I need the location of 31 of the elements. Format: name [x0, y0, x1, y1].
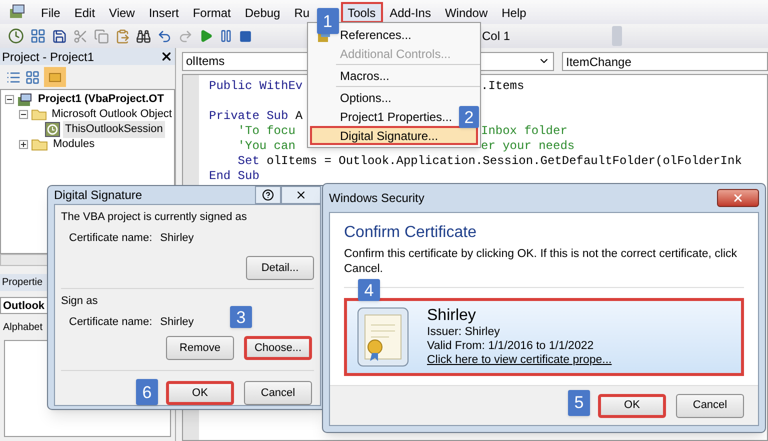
- certificate-issuer: Issuer: Shirley: [427, 325, 501, 339]
- field-label: Certificate name:: [69, 314, 152, 330]
- step-badge: 3: [230, 306, 252, 328]
- panel-title: Propertie: [2, 276, 43, 290]
- section-heading: The VBA project is currently signed as: [61, 210, 248, 225]
- certificate-validity: Valid From: 1/1/2016 to 1/1/2022: [427, 339, 595, 353]
- field-label: Certificate name:: [69, 230, 152, 246]
- step-badge: 2: [459, 106, 479, 128]
- code-text: er your needs: [481, 139, 575, 154]
- code-text: Inbox folder: [481, 124, 568, 139]
- dialog-title: Digital Signature: [54, 187, 142, 204]
- section-heading: Sign as: [61, 294, 99, 309]
- code-text: Private Sub A: [209, 109, 303, 123]
- dialog-heading: Confirm Certificate: [344, 223, 478, 243]
- panel-title: Project - Project1: [2, 48, 94, 66]
- certificate-name: Shirley: [427, 307, 477, 325]
- cursor-position: Col 1: [482, 28, 510, 45]
- step-badge: 5: [568, 390, 590, 416]
- code-text: .Items: [481, 79, 524, 94]
- code-text: Set olItems = Outlook.Application.Session.GetDefaultFolder(olFolderInk: [236, 154, 742, 168]
- code-text: End Sub: [209, 169, 260, 183]
- code-text: 'To focu: [236, 124, 296, 138]
- dialog-message: Confirm this certificate by clicking OK. If this is not the correct certificate, click Cancel.: [344, 247, 738, 277]
- code-text: Public WithEv: [209, 79, 303, 93]
- field-value: Shirley: [160, 230, 194, 246]
- step-badge: 6: [136, 379, 158, 405]
- field-value: Shirley: [160, 314, 194, 330]
- dialog-title: Windows Security: [329, 190, 424, 207]
- step-badge: 1: [316, 8, 339, 34]
- code-text: 'You can: [236, 139, 296, 153]
- step-badge: 4: [358, 279, 380, 301]
